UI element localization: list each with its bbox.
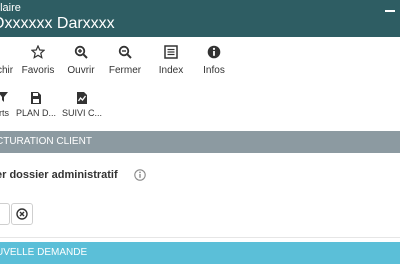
clear-button[interactable]	[11, 203, 33, 225]
section-billing-label: CTURATION CLIENT	[0, 136, 92, 147]
index-button[interactable]: Index	[156, 39, 186, 83]
attach-button[interactable]	[0, 203, 10, 225]
folder-button-label: chir	[0, 65, 14, 76]
suivi-button[interactable]: SUIVI C...	[60, 88, 104, 124]
zoom-out-icon	[106, 39, 144, 65]
clear-icon	[16, 208, 28, 220]
zoom-in-icon	[64, 39, 98, 65]
close-button-label: Fermer	[108, 65, 142, 76]
index-list-icon	[156, 39, 186, 65]
info-icon	[200, 39, 228, 65]
info-button-label: Infos	[203, 65, 225, 76]
index-button-label: Index	[158, 65, 184, 76]
favorites-button-label: Favoris	[21, 65, 55, 76]
divider	[0, 237, 400, 238]
section-new-request-label: UVELLE DEMANDE	[0, 247, 88, 258]
favorites-button[interactable]: Favoris	[20, 39, 56, 83]
primary-toolbar: chir Favoris Ouvrir Fermer Index Infos	[0, 39, 400, 85]
header-subtitle: ulaire	[0, 2, 21, 14]
star-icon	[20, 39, 56, 65]
section-billing-header[interactable]: CTURATION CLIENT	[0, 131, 400, 153]
plan-button[interactable]: PLAN D...	[14, 88, 58, 124]
folder-button[interactable]: chir	[0, 39, 18, 83]
folder-icon	[0, 39, 18, 65]
filter-icon	[0, 88, 14, 108]
field-label: er dossier administratif	[0, 169, 118, 181]
section-new-request-header[interactable]: UVELLE DEMANDE	[0, 242, 400, 264]
suivi-button-label: SUIVI C...	[61, 108, 102, 118]
secondary-toolbar: rts PLAN D... SUIVI C...	[0, 88, 400, 126]
open-button-label: Ouvrir	[67, 65, 95, 76]
save-document-icon	[14, 88, 58, 108]
app-header: ulaire Oxxxxxx Darxxxx	[0, 0, 400, 37]
help-icon[interactable]	[134, 168, 146, 181]
minimize-icon[interactable]	[385, 10, 395, 12]
header-title: Oxxxxxx Darxxxx	[0, 15, 115, 32]
reports-button[interactable]: rts	[0, 88, 14, 124]
open-button[interactable]: Ouvrir	[64, 39, 98, 83]
reports-button-label: rts	[0, 108, 9, 118]
info-button[interactable]: Infos	[200, 39, 228, 83]
plan-button-label: PLAN D...	[15, 108, 56, 118]
document-chart-icon	[60, 88, 104, 108]
close-button[interactable]: Fermer	[106, 39, 144, 83]
